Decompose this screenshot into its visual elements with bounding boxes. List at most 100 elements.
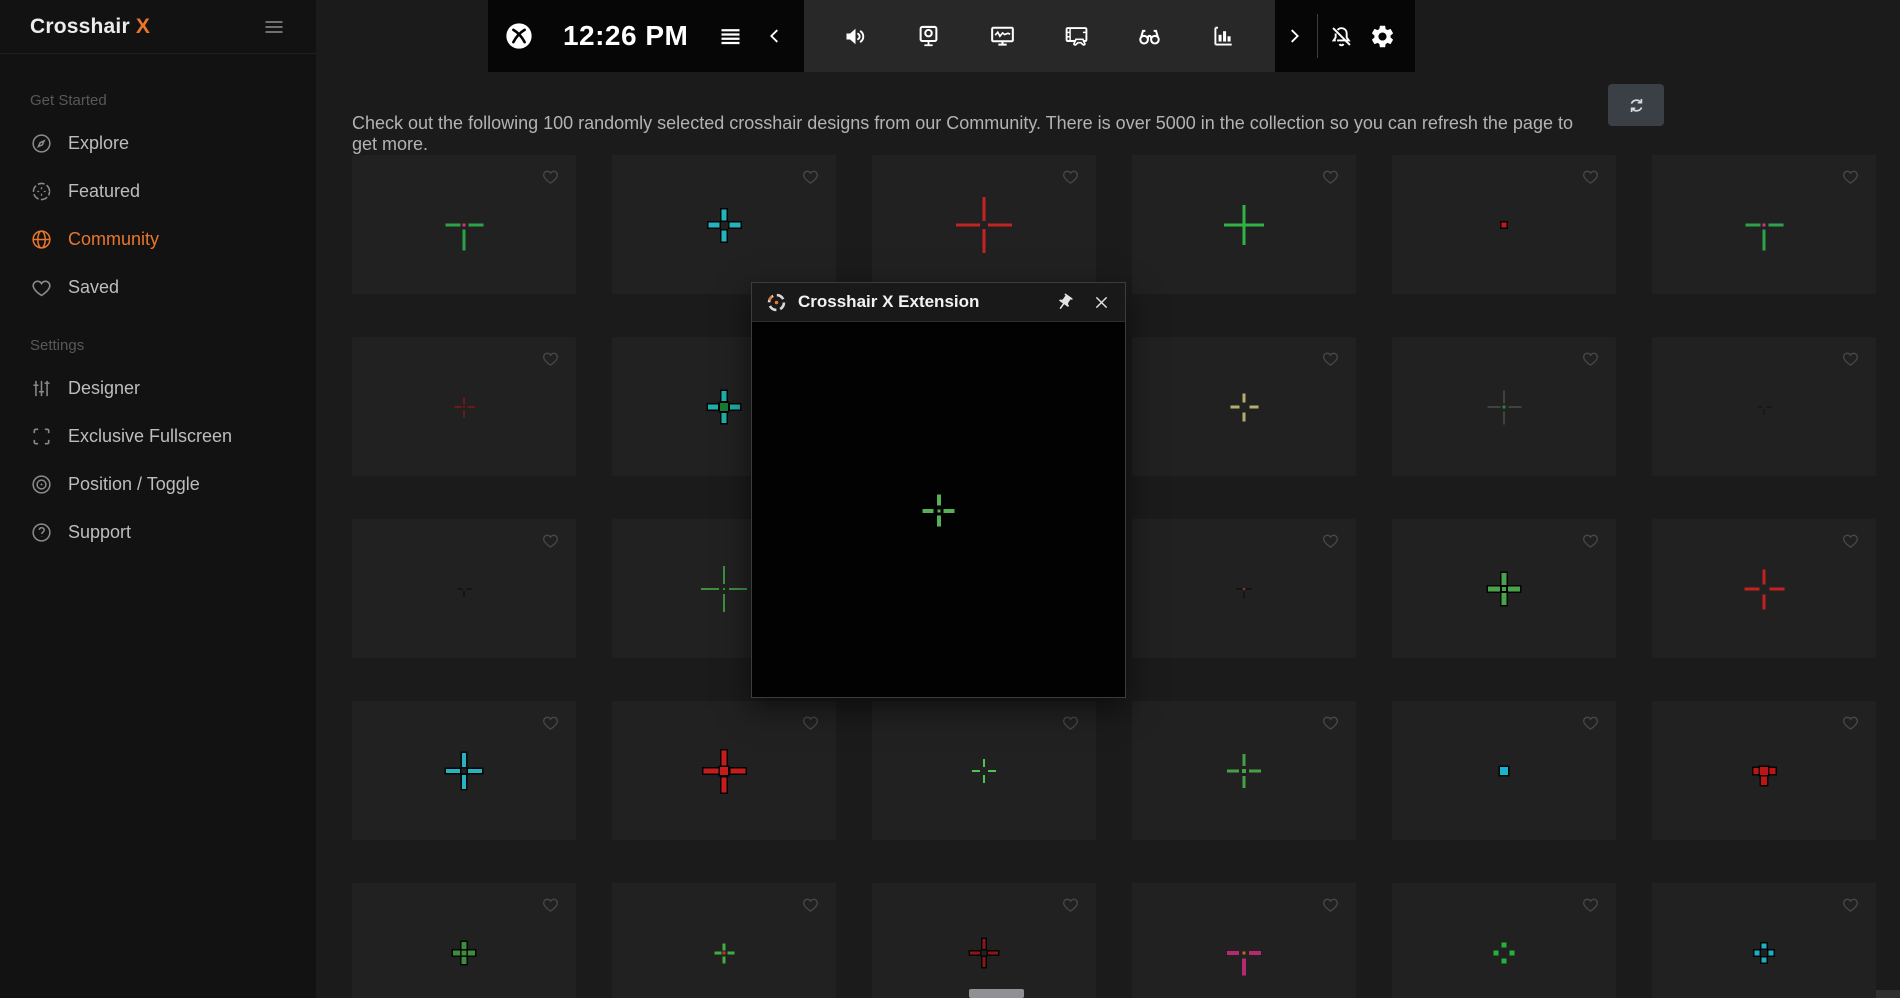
- favorite-heart-icon[interactable]: [1581, 895, 1600, 914]
- chevron-left-icon[interactable]: [764, 25, 786, 47]
- crosshair-card[interactable]: [612, 883, 836, 998]
- crosshair-card[interactable]: [872, 883, 1096, 998]
- sidebar-item-community[interactable]: Community: [0, 215, 316, 263]
- crosshair-card[interactable]: [352, 883, 576, 998]
- sidebar-item-label: Community: [68, 229, 159, 250]
- taskbar-handle[interactable]: [969, 989, 1024, 998]
- crosshair-card[interactable]: [1132, 701, 1356, 840]
- sidebar-item-featured[interactable]: Featured: [0, 167, 316, 215]
- crosshair-card[interactable]: [1132, 155, 1356, 294]
- favorite-heart-icon[interactable]: [1841, 531, 1860, 550]
- favorite-heart-icon[interactable]: [541, 895, 560, 914]
- xbox-game-bar: 12:26 PM: [488, 0, 1415, 72]
- favorite-heart-icon[interactable]: [1841, 349, 1860, 368]
- divider: [1317, 14, 1318, 58]
- favorite-heart-icon[interactable]: [1061, 167, 1080, 186]
- crosshair-card[interactable]: [612, 155, 836, 294]
- game-bar-widgets-section: [804, 0, 1274, 72]
- notifications-off-icon[interactable]: [1328, 23, 1355, 50]
- favorite-heart-icon[interactable]: [801, 713, 820, 732]
- favorite-heart-icon[interactable]: [1841, 713, 1860, 732]
- sidebar-item-label: Explore: [68, 133, 129, 154]
- game-bar-home-section: 12:26 PM: [488, 0, 804, 72]
- favorite-heart-icon[interactable]: [1841, 895, 1860, 914]
- crosshair-card[interactable]: [1652, 337, 1876, 476]
- audio-icon[interactable]: [842, 23, 869, 50]
- sidebar-item-label: Saved: [68, 277, 119, 298]
- crosshair-card[interactable]: [1652, 883, 1876, 998]
- crosshair-card[interactable]: [612, 701, 836, 840]
- crosshair-card[interactable]: [1392, 701, 1616, 840]
- sidebar-item-designer[interactable]: Designer: [0, 364, 316, 412]
- favorite-heart-icon[interactable]: [1321, 349, 1340, 368]
- crosshair-card[interactable]: [1392, 155, 1616, 294]
- crosshair-card[interactable]: [1392, 337, 1616, 476]
- favorite-heart-icon[interactable]: [801, 895, 820, 914]
- favorite-heart-icon[interactable]: [1061, 713, 1080, 732]
- sidebar-item-label: Exclusive Fullscreen: [68, 426, 232, 447]
- looking-for-group-icon[interactable]: [1136, 23, 1163, 50]
- sliders-icon: [30, 377, 53, 400]
- favorite-heart-icon[interactable]: [541, 349, 560, 368]
- favorite-heart-icon[interactable]: [1321, 713, 1340, 732]
- favorite-heart-icon[interactable]: [1581, 713, 1600, 732]
- favorite-heart-icon[interactable]: [1581, 167, 1600, 186]
- crosshair-x-logo-icon: [766, 292, 787, 313]
- capture-icon[interactable]: [915, 23, 942, 50]
- refresh-icon: [1626, 95, 1647, 116]
- xbox-logo-icon[interactable]: [504, 21, 534, 51]
- crosshair-card[interactable]: [352, 155, 576, 294]
- sidebar-item-explore[interactable]: Explore: [0, 119, 316, 167]
- favorite-heart-icon[interactable]: [1581, 349, 1600, 368]
- favorite-heart-icon[interactable]: [541, 167, 560, 186]
- crosshair-card[interactable]: [352, 701, 576, 840]
- crosshair-card[interactable]: [1132, 519, 1356, 658]
- crosshair-card[interactable]: [1652, 519, 1876, 658]
- crosshair-card[interactable]: [1392, 883, 1616, 998]
- crosshair-card[interactable]: [1652, 701, 1876, 840]
- sidebar-item-exclusive-fullscreen[interactable]: Exclusive Fullscreen: [0, 412, 316, 460]
- app-title-accent: X: [136, 15, 150, 38]
- favorite-heart-icon[interactable]: [541, 713, 560, 732]
- sidebar-item-support[interactable]: Support: [0, 508, 316, 556]
- favorite-heart-icon[interactable]: [1321, 895, 1340, 914]
- crosshair-card[interactable]: [1132, 883, 1356, 998]
- close-icon[interactable]: [1092, 293, 1111, 312]
- widgets-icon[interactable]: [717, 23, 744, 50]
- crosshair-card[interactable]: [872, 701, 1096, 840]
- hamburger-menu-icon[interactable]: [262, 15, 286, 39]
- favorite-heart-icon[interactable]: [1321, 531, 1340, 550]
- extension-actions: [1055, 293, 1111, 312]
- capture-gallery-icon[interactable]: [1063, 23, 1090, 50]
- extension-preview-area: [752, 322, 1125, 699]
- game-bar-clock: 12:26 PM: [534, 20, 717, 52]
- sidebar-item-saved[interactable]: Saved: [0, 263, 316, 311]
- crosshair-card[interactable]: [1652, 155, 1876, 294]
- crosshair-card[interactable]: [352, 337, 576, 476]
- crosshair-card[interactable]: [1392, 519, 1616, 658]
- sidebar-item-label: Position / Toggle: [68, 474, 200, 495]
- favorite-heart-icon[interactable]: [1581, 531, 1600, 550]
- performance-icon[interactable]: [989, 23, 1016, 50]
- resources-icon[interactable]: [1210, 23, 1237, 50]
- settings-gear-icon[interactable]: [1369, 23, 1396, 50]
- sidebar-section-label: Settings: [0, 337, 316, 354]
- chevron-right-icon[interactable]: [1283, 25, 1305, 47]
- favorite-heart-icon[interactable]: [801, 167, 820, 186]
- sidebar-item-position-toggle[interactable]: Position / Toggle: [0, 460, 316, 508]
- crosshair-card[interactable]: [1132, 337, 1356, 476]
- app-title: Crosshair X: [30, 15, 150, 39]
- crosshair-card[interactable]: [872, 155, 1096, 294]
- refresh-button[interactable]: [1608, 84, 1664, 126]
- favorite-heart-icon[interactable]: [541, 531, 560, 550]
- fullscreen-icon: [30, 425, 53, 448]
- favorite-heart-icon[interactable]: [1321, 167, 1340, 186]
- extension-titlebar[interactable]: Crosshair X Extension: [752, 283, 1125, 322]
- app-title-primary: Crosshair: [30, 15, 130, 38]
- globe-icon: [30, 228, 53, 251]
- favorite-heart-icon[interactable]: [1061, 895, 1080, 914]
- compass-icon: [30, 132, 53, 155]
- crosshair-card[interactable]: [352, 519, 576, 658]
- favorite-heart-icon[interactable]: [1841, 167, 1860, 186]
- pin-icon[interactable]: [1055, 293, 1074, 312]
